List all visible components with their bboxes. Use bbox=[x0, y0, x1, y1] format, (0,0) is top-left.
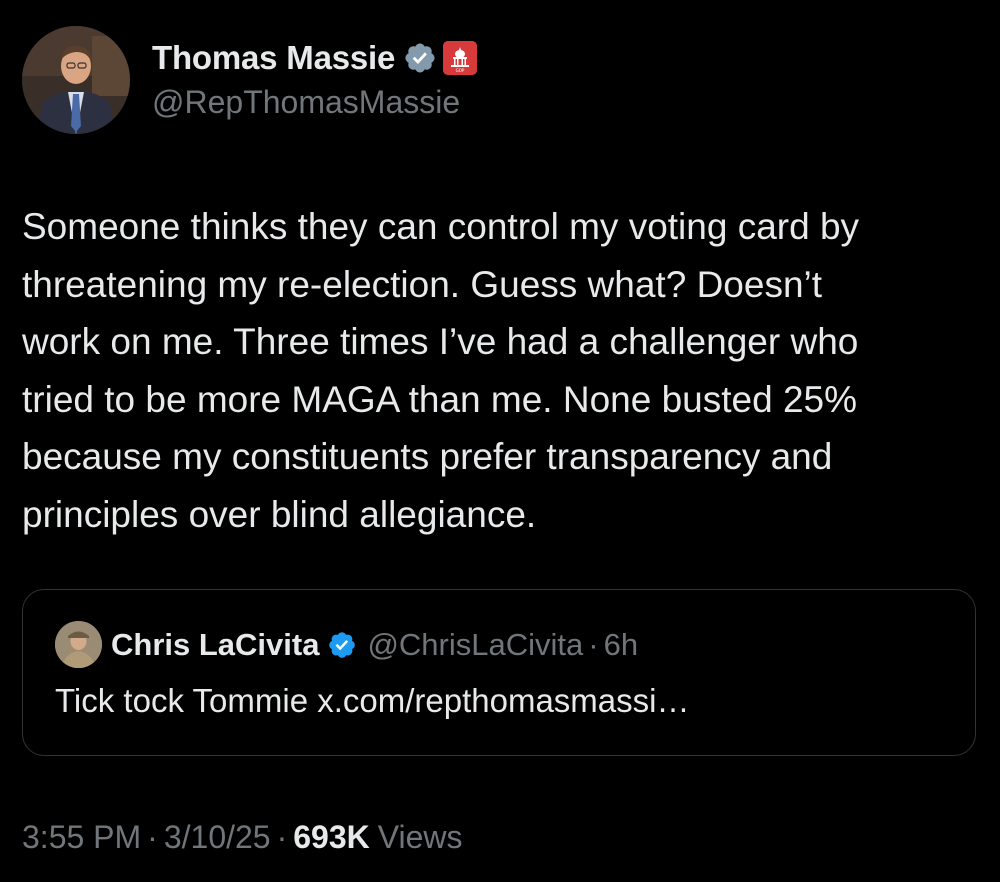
author-avatar[interactable] bbox=[22, 26, 130, 134]
views-count[interactable]: 693K bbox=[293, 819, 370, 856]
quote-author-handle[interactable]: @ChrisLaCivita bbox=[367, 627, 583, 663]
post-date[interactable]: 3/10/25 bbox=[164, 819, 271, 856]
author-handle[interactable]: @RepThomasMassie bbox=[152, 84, 460, 121]
views-label[interactable]: Views bbox=[378, 819, 463, 856]
quoted-tweet[interactable]: Chris LaCivita @ChrisLaCivita · 6h Tick … bbox=[22, 589, 976, 756]
quote-author-avatar[interactable] bbox=[55, 621, 102, 668]
tweet-meta: 3:55 PM · 3/10/25 · 693K Views bbox=[22, 814, 463, 860]
tweet: Thomas Massie GOP @RepThomasMassie Someo… bbox=[0, 0, 1000, 882]
author-name[interactable]: Thomas Massie bbox=[152, 39, 395, 77]
verified-badge-icon[interactable] bbox=[403, 41, 437, 75]
meta-separator: · bbox=[276, 818, 288, 855]
quote-header: Chris LaCivita @ChrisLaCivita · 6h bbox=[111, 622, 638, 668]
svg-text:GOP: GOP bbox=[456, 68, 465, 73]
tweet-text: Someone thinks they can control my votin… bbox=[22, 206, 860, 535]
quote-text: Tick tock Tommie x.com/repthomasmassi… bbox=[55, 682, 690, 719]
quote-author-name[interactable]: Chris LaCivita bbox=[111, 627, 319, 663]
quote-separator: · bbox=[588, 627, 599, 662]
author-name-row: Thomas Massie GOP bbox=[152, 36, 478, 80]
quote-timestamp[interactable]: 6h bbox=[604, 627, 638, 663]
post-time[interactable]: 3:55 PM bbox=[22, 819, 141, 856]
meta-separator: · bbox=[147, 818, 158, 855]
verified-badge-icon[interactable] bbox=[327, 630, 357, 660]
us-capitol-badge-icon[interactable]: GOP bbox=[443, 41, 478, 75]
